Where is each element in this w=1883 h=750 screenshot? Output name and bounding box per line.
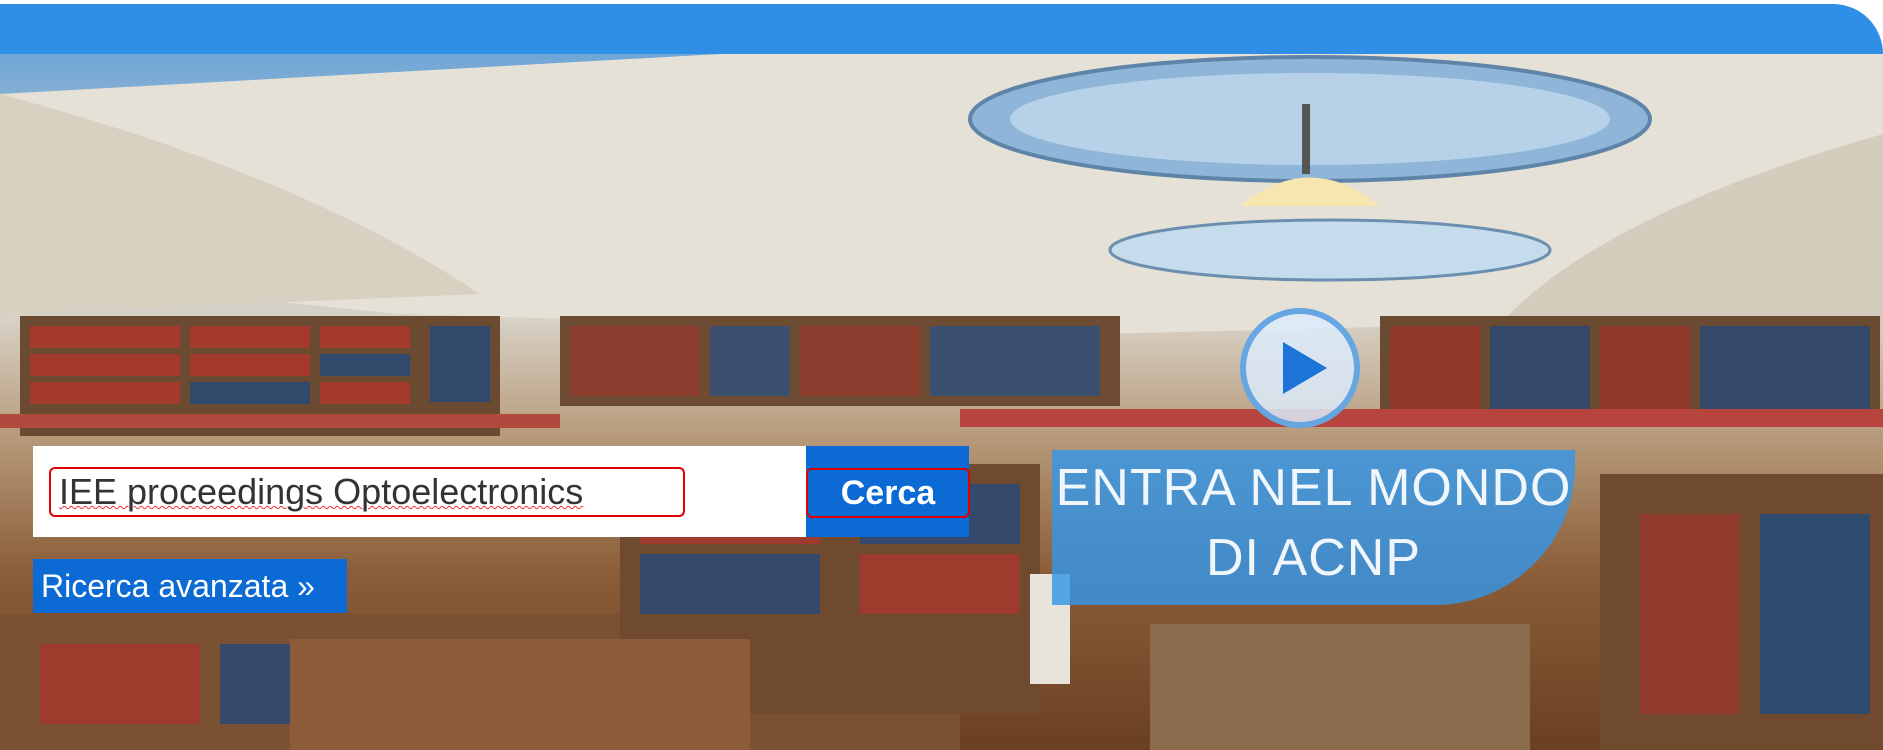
top-banner-bar <box>0 4 1883 54</box>
library-interior-image <box>0 54 1883 750</box>
search-button-label: Cerca <box>806 468 970 518</box>
hero-background-image <box>0 54 1883 750</box>
acnp-promo-banner[interactable]: ENTRA NEL MONDO DI ACNP <box>1052 450 1575 605</box>
advanced-search-link[interactable]: Ricerca avanzata » <box>33 559 347 613</box>
search-input[interactable] <box>49 467 685 517</box>
promo-line-1: ENTRA NEL MONDO <box>1055 459 1572 517</box>
play-video-button[interactable] <box>1240 308 1360 428</box>
play-icon <box>1283 342 1327 394</box>
search-button[interactable]: Cerca <box>806 446 970 537</box>
promo-line-2: DI ACNP <box>1205 529 1422 587</box>
